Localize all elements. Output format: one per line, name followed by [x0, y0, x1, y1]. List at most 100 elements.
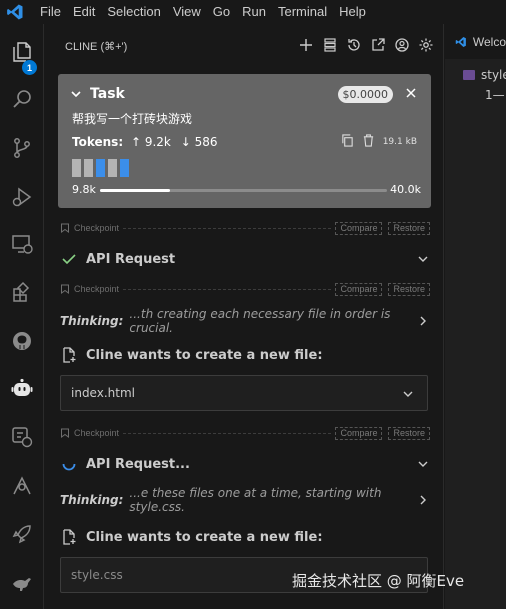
divider: [123, 288, 332, 290]
chevron-right-icon: [420, 316, 426, 326]
run-debug-icon: [12, 187, 32, 207]
watermark: 掘金技术社区 @ 阿衡Eve: [292, 572, 465, 590]
tokens-label: Tokens:: [72, 135, 124, 149]
extensions-button[interactable]: [0, 272, 44, 312]
mcp-servers-button[interactable]: [321, 36, 339, 54]
spinner-icon: [60, 456, 78, 472]
bookmark-icon: [61, 428, 69, 438]
delete-task-button[interactable]: [362, 134, 375, 150]
popout-button[interactable]: [369, 36, 387, 54]
kangaroo-button[interactable]: [0, 562, 44, 602]
remote-tunnel-icon: [12, 427, 33, 448]
sidebar-header: CLINE (⌘+'): [45, 24, 443, 68]
new-file-icon: [60, 529, 78, 545]
task-tools: 19.1 kB: [341, 134, 417, 150]
chevron-down-icon: [71, 91, 81, 98]
github-button[interactable]: [0, 321, 44, 361]
tab-label: Welco: [472, 34, 506, 49]
remote-tunnel-button[interactable]: [0, 417, 44, 457]
thinking-text: ...th creating each necessary file in or…: [129, 307, 391, 335]
menu-help[interactable]: Help: [333, 0, 372, 24]
editor-area: Welco style 1—: [445, 24, 506, 609]
settings-button[interactable]: [417, 36, 435, 54]
git-graph-button[interactable]: [0, 466, 44, 506]
file-name: index.html: [71, 386, 135, 400]
restore-button[interactable]: Restore: [388, 221, 430, 235]
history-button[interactable]: [345, 36, 363, 54]
compare-button[interactable]: Compare: [335, 221, 383, 235]
thinking-label: Thinking:: [60, 314, 124, 328]
source-control-button[interactable]: [0, 128, 44, 168]
menu-bar: File Edit Selection View Go Run Terminal…: [0, 0, 506, 24]
new-file-row: Cline wants to create a new file:: [60, 528, 430, 546]
thinking-text: ...e these files one at a time, starting…: [129, 486, 382, 514]
arrow-down-icon: ↓: [180, 135, 191, 149]
api-request-row[interactable]: API Request...: [60, 455, 430, 473]
task-text: 帮我写一个打砖块游戏: [72, 112, 193, 126]
menu-go[interactable]: Go: [207, 0, 236, 24]
vscode-logo-icon: [455, 36, 466, 47]
new-file-label: Cline wants to create a new file:: [86, 347, 323, 363]
run-debug-button[interactable]: [0, 177, 44, 217]
deploy-button[interactable]: [0, 514, 44, 554]
explorer-badge: 1: [22, 60, 37, 75]
context-blocks: [72, 159, 129, 177]
remote-explorer-button[interactable]: [0, 224, 44, 264]
thinking-row[interactable]: Thinking: ...e these files one at a time…: [60, 486, 430, 514]
checkpoint-row: Checkpoint Compare Restore: [60, 282, 430, 296]
search-icon: [13, 90, 31, 108]
checkpoint-label: Checkpoint: [74, 223, 120, 233]
cline-robot-icon: [11, 378, 33, 396]
sidebar-title: CLINE (⌘+'): [65, 40, 128, 53]
github-icon: [13, 332, 31, 350]
menu-file[interactable]: File: [30, 0, 67, 24]
task-heading: Task: [90, 86, 125, 102]
menu-edit[interactable]: Edit: [67, 0, 101, 24]
api-request-row[interactable]: API Request: [60, 250, 430, 268]
cline-button[interactable]: [0, 369, 44, 409]
menu-view[interactable]: View: [167, 0, 207, 24]
file-box[interactable]: index.html: [60, 375, 428, 411]
thinking-label: Thinking:: [60, 493, 124, 507]
context-block: [84, 159, 93, 177]
deploy-rocket-icon: [12, 525, 31, 544]
context-block: [72, 159, 81, 177]
chevron-right-icon: [420, 495, 426, 505]
bookmark-icon: [61, 223, 69, 233]
arrow-up-icon: ↑: [130, 135, 142, 149]
account-button[interactable]: [393, 36, 411, 54]
context-bar: [100, 189, 387, 192]
editor-file-name: style: [481, 68, 506, 82]
editor-file[interactable]: style: [463, 68, 506, 82]
token-usage: Tokens: ↑ 9.2k ↓ 586: [72, 135, 218, 149]
chevron-down-icon: [418, 461, 428, 467]
compare-button[interactable]: Compare: [335, 282, 383, 296]
tab-welcome[interactable]: Welco: [445, 24, 506, 59]
explorer-button[interactable]: 1: [0, 32, 44, 75]
task-header[interactable]: Task: [70, 86, 125, 102]
new-file-row: Cline wants to create a new file:: [60, 346, 430, 364]
menu-run[interactable]: Run: [236, 0, 272, 24]
new-file-label: Cline wants to create a new file:: [86, 529, 323, 545]
menu-terminal[interactable]: Terminal: [272, 0, 333, 24]
context-block: [120, 159, 129, 177]
copy-button[interactable]: [341, 134, 354, 150]
checkpoint-row: Checkpoint Compare Restore: [60, 221, 430, 235]
task-card: Task $0.0000 帮我写一个打砖块游戏 Tokens: ↑ 9.2k ↓…: [58, 74, 431, 208]
git-graph-icon: [13, 476, 31, 495]
chevron-down-icon: [403, 391, 413, 397]
restore-button[interactable]: Restore: [388, 426, 430, 440]
new-task-button[interactable]: [297, 36, 315, 54]
sidebar-toolbar: [297, 36, 435, 54]
tokens-out: 586: [194, 135, 218, 149]
plus-icon: [300, 39, 312, 51]
chevron-down-icon: [418, 256, 428, 262]
activity-bar: 1: [0, 24, 44, 609]
search-button[interactable]: [0, 79, 44, 119]
menu-selection[interactable]: Selection: [101, 0, 166, 24]
compare-button[interactable]: Compare: [335, 426, 383, 440]
restore-button[interactable]: Restore: [388, 282, 430, 296]
close-task-button[interactable]: [405, 84, 417, 103]
server-icon: [324, 38, 336, 52]
thinking-row[interactable]: Thinking: ...th creating each necessary …: [60, 307, 430, 335]
